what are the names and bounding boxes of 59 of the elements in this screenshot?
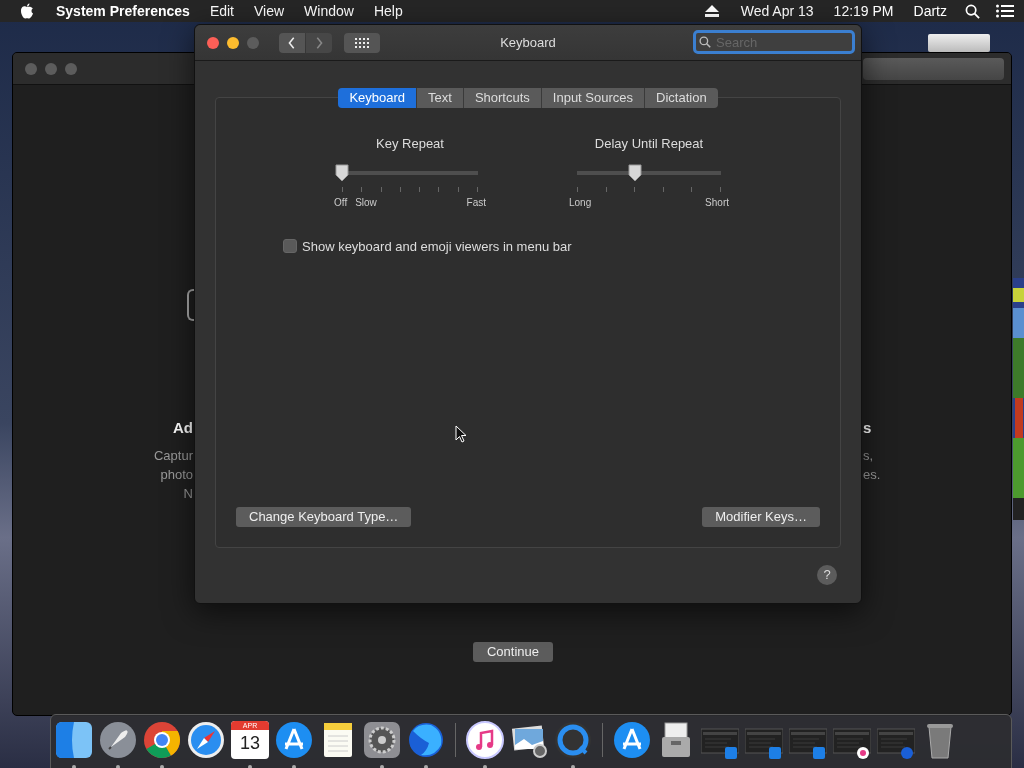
cursor-icon: [455, 425, 467, 443]
menu-clock[interactable]: 12:19 PM: [823, 0, 904, 22]
minimize-button[interactable]: [227, 36, 239, 49]
calendar-day: 13: [240, 730, 260, 756]
music-note-icon[interactable]: [466, 721, 504, 759]
slider-label: Key Repeat: [376, 135, 444, 153]
app-glyph-icon[interactable]: [275, 721, 313, 759]
checkbox[interactable]: [283, 239, 297, 254]
play-circle-icon[interactable]: [554, 721, 592, 759]
search-icon[interactable]: [965, 3, 980, 19]
scale-label: Off: [334, 195, 348, 210]
show-all-button[interactable]: [344, 32, 380, 53]
eject-icon[interactable]: [704, 5, 719, 17]
tab[interactable]: Keyboard: [338, 88, 418, 108]
search-field[interactable]: [863, 58, 1004, 80]
user-menu[interactable]: Dartz: [903, 0, 957, 22]
grid-icon: [355, 37, 369, 48]
description-text: photo: [160, 466, 193, 484]
menu-date[interactable]: Wed Apr 13: [730, 0, 824, 22]
rocket-icon[interactable]: [99, 721, 137, 759]
tab[interactable]: Text: [417, 88, 464, 108]
app-menu[interactable]: System Preferences: [46, 0, 200, 22]
menu-item[interactable]: Window: [294, 0, 364, 22]
menu-item[interactable]: Help: [363, 0, 413, 22]
tricolor-circle-icon[interactable]: [143, 721, 181, 759]
help-button[interactable]: ?: [817, 565, 837, 585]
menu-item[interactable]: Edit: [199, 0, 244, 22]
heading-text: s: [863, 418, 872, 438]
search-icon: [699, 36, 711, 48]
push-button[interactable]: Change Keyboard Type…: [236, 507, 412, 527]
checkbox-label: Show keyboard and emoji viewers in menu bar: [302, 237, 572, 256]
close-button[interactable]: [207, 36, 219, 49]
split-square-icon[interactable]: [55, 721, 93, 759]
back-button[interactable]: [279, 32, 305, 53]
apple-menu-icon[interactable]: [20, 3, 34, 19]
heading-text: Ad: [173, 418, 193, 438]
tab[interactable]: Input Sources: [541, 88, 646, 108]
description-text: s,: [863, 447, 874, 465]
window-title: Keyboard: [500, 34, 556, 50]
description-text: Captur: [153, 447, 193, 465]
scale-label: Long: [569, 195, 592, 210]
continue-button[interactable]: Continue: [473, 642, 553, 662]
push-button[interactable]: Modifier Keys…: [702, 507, 820, 527]
app-glyph-icon[interactable]: [613, 721, 651, 759]
list-icon[interactable]: [996, 4, 1014, 18]
scale-label: Slow: [355, 195, 377, 210]
tab[interactable]: Shortcuts: [463, 88, 542, 108]
gear-icon[interactable]: [363, 721, 401, 759]
scale-label: Short: [705, 195, 729, 210]
scale-label: Fast: [466, 195, 486, 210]
slider-label: Delay Until Repeat: [594, 135, 704, 153]
compass-icon[interactable]: [187, 721, 225, 759]
menu-item[interactable]: View: [244, 0, 295, 22]
description-text: N: [183, 485, 193, 503]
globe-icon[interactable]: [407, 721, 445, 759]
slider-thumb[interactable]: [334, 163, 350, 182]
tab[interactable]: Dictation: [645, 88, 718, 108]
slider-thumb[interactable]: [626, 163, 643, 182]
description-text: es.: [863, 466, 881, 484]
